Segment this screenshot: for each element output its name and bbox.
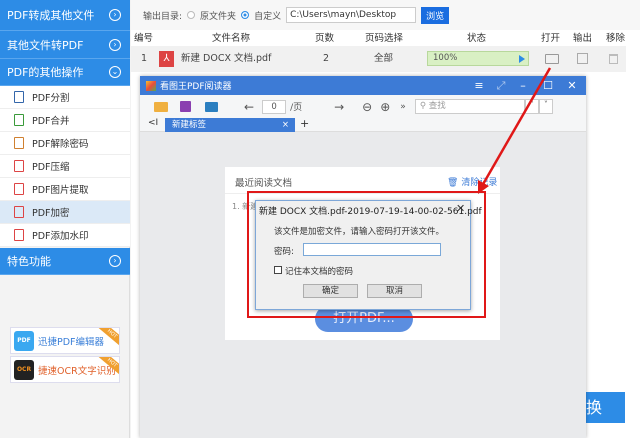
remember-password-checkbox[interactable] (274, 266, 282, 274)
ok-button[interactable]: 确定 (303, 284, 358, 298)
cancel-button[interactable]: 取消 (367, 284, 422, 298)
dialog-title: 新建 DOCX 文档.pdf-2019-07-19-14-00-02-561.p… (259, 207, 482, 217)
password-dialog: 新建 DOCX 文档.pdf-2019-07-19-14-00-02-561.p… (255, 200, 482, 310)
password-input[interactable] (303, 243, 441, 256)
dialog-close-icon[interactable]: ✕ (456, 202, 465, 215)
